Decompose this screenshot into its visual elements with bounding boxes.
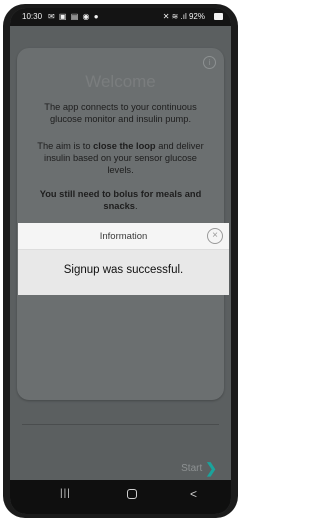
- aim-text-pre: The aim is to: [37, 141, 94, 151]
- info-icon[interactable]: i: [203, 56, 216, 69]
- phone-frame: 10:30 ✉ ▣ ▤ ◉ ● ✕ ≋ .ıl 92% i Welcome Th…: [3, 4, 238, 518]
- close-icon[interactable]: ×: [207, 228, 223, 244]
- battery-icon: [214, 13, 223, 20]
- status-bar: 10:30 ✉ ▣ ▤ ◉ ● ✕ ≋ .ıl 92%: [10, 8, 231, 26]
- aim-text: The aim is to close the loop and deliver…: [33, 140, 208, 176]
- recent-apps-button[interactable]: |||: [60, 488, 71, 499]
- aim-text-bold: close the loop: [93, 141, 156, 151]
- system-nav-bar: ||| <: [10, 480, 231, 514]
- bolus-reminder-period: .: [134, 201, 138, 211]
- notification-icons: ✉ ▣ ▤ ◉ ●: [48, 12, 100, 21]
- chevron-right-icon: ❯: [205, 460, 217, 476]
- dialog-message: Signup was successful.: [63, 264, 184, 276]
- intro-text: The app connects to your continuous gluc…: [44, 102, 197, 124]
- home-button[interactable]: [127, 489, 137, 499]
- status-time: 10:30: [22, 12, 43, 21]
- welcome-title: Welcome: [85, 72, 156, 91]
- information-dialog: Information × Signup was successful.: [18, 223, 229, 295]
- signal-icons: ✕ ≋ .ıl 92%: [162, 12, 205, 21]
- start-label: Start: [181, 463, 203, 474]
- back-button[interactable]: <: [190, 487, 197, 501]
- start-button[interactable]: Start ❯: [181, 458, 217, 476]
- dialog-body: Signup was successful.: [18, 250, 229, 295]
- dialog-title: Information: [99, 231, 148, 242]
- dialog-header: Information ×: [18, 223, 229, 250]
- bolus-reminder-bold: You still need to bolus for meals and sn…: [39, 189, 202, 211]
- divider: [22, 424, 219, 425]
- bolus-reminder-text: You still need to bolus for meals and sn…: [33, 188, 208, 212]
